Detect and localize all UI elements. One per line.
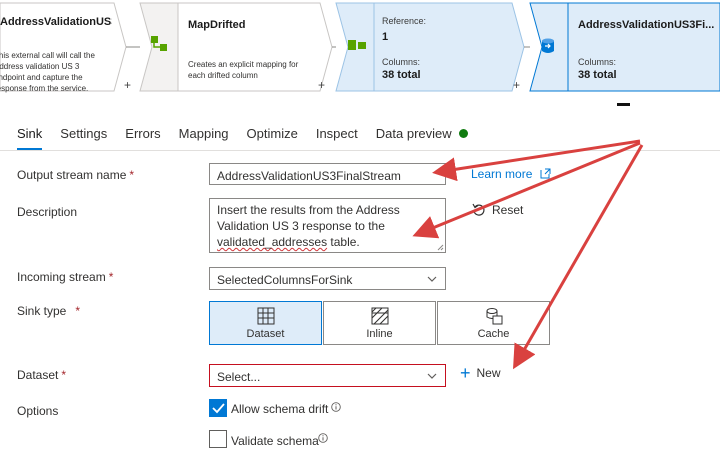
required-marker: * bbox=[75, 304, 81, 318]
incoming-stream-label: Incoming stream * bbox=[17, 270, 113, 284]
option-label: Cache bbox=[477, 328, 510, 340]
output-stream-name-label: Output stream name * bbox=[17, 168, 134, 182]
tab-label: Settings bbox=[60, 125, 108, 141]
input-value: AddressValidationUS3FinalStream bbox=[217, 169, 401, 183]
flow-node-mapdrifted-title[interactable]: MapDrifted bbox=[188, 19, 245, 31]
label-text: Dataset bbox=[17, 368, 59, 382]
link-text: Learn more bbox=[471, 167, 533, 181]
button-label: New bbox=[476, 366, 501, 380]
text-line: Insert the results from the Address bbox=[217, 203, 400, 217]
tab-optimize[interactable]: Optimize bbox=[247, 122, 298, 144]
text-line: table. bbox=[327, 235, 360, 249]
status-dot-icon bbox=[458, 128, 468, 138]
tab-sink[interactable]: Sink bbox=[17, 122, 43, 150]
desc-line: endpoint and capture the bbox=[0, 73, 83, 82]
text-line: Validation US 3 response to the bbox=[217, 219, 385, 233]
sink-type-label: Sink type * bbox=[17, 304, 80, 318]
description-label: Description bbox=[17, 205, 78, 219]
flow-node-sink-title[interactable]: AddressValidationUS3Fi... bbox=[578, 19, 718, 31]
learn-more-link[interactable]: Learn more bbox=[471, 167, 551, 181]
columns-value: 38 total bbox=[578, 69, 617, 81]
add-transform-plus[interactable]: + bbox=[318, 78, 325, 92]
tab-label: Mapping bbox=[178, 125, 229, 141]
label-text: Incoming stream bbox=[17, 270, 106, 284]
settings-tabs: Sink Settings Errors Mapping Optimize In… bbox=[17, 122, 486, 150]
cache-icon bbox=[486, 308, 502, 325]
tab-label: Errors bbox=[125, 125, 161, 141]
flow-node-mapdrifted-description: Creates an explicit mapping for each dri… bbox=[188, 59, 318, 81]
inline-hatched-icon bbox=[371, 307, 388, 325]
spellcheck-word: validated_addresses bbox=[217, 235, 328, 249]
reference-value: 1 bbox=[382, 31, 389, 43]
allow-schema-drift-checkbox[interactable] bbox=[209, 399, 227, 417]
info-icon[interactable] bbox=[331, 402, 341, 412]
button-label: Reset bbox=[492, 203, 524, 217]
desc-line: This external call will call the bbox=[0, 51, 95, 60]
flow-node-external-call-description: This external call will call the Address… bbox=[0, 50, 112, 94]
dataset-select[interactable]: Select... bbox=[209, 364, 446, 387]
canvas-scroll-indicator[interactable] bbox=[617, 103, 630, 106]
new-dataset-button[interactable]: + New bbox=[460, 363, 501, 383]
data-flow-strip: AddressValidationUS3R... This external c… bbox=[0, 0, 720, 106]
select-value: SelectedColumnsForSink bbox=[217, 273, 353, 287]
required-marker: * bbox=[61, 368, 67, 382]
tab-divider bbox=[0, 150, 720, 151]
columns-label: Columns: bbox=[382, 57, 421, 67]
info-icon[interactable] bbox=[318, 433, 328, 443]
tab-label: Inspect bbox=[315, 125, 358, 141]
chevron-down-icon bbox=[427, 373, 437, 379]
tab-mapping[interactable]: Mapping bbox=[179, 122, 229, 144]
resize-handle-icon[interactable] bbox=[437, 244, 444, 251]
sink-type-cache-option[interactable]: Cache bbox=[437, 301, 550, 345]
tab-label: Optimize bbox=[246, 125, 298, 141]
chevron-down-icon bbox=[427, 276, 437, 282]
table-grid-icon bbox=[257, 307, 274, 325]
validate-schema-checkbox[interactable] bbox=[209, 430, 227, 448]
reference-label: Reference: bbox=[382, 16, 427, 26]
sink-database-icon bbox=[542, 38, 554, 53]
checkmark-icon bbox=[212, 403, 225, 414]
validate-schema-label[interactable]: Validate schema bbox=[231, 434, 319, 448]
add-transform-plus[interactable]: + bbox=[124, 78, 131, 92]
desc-line: Creates an explicit mapping for bbox=[188, 60, 299, 69]
tab-errors[interactable]: Errors bbox=[125, 122, 160, 144]
sink-type-inline-option[interactable]: Inline bbox=[323, 301, 436, 345]
tab-data-preview[interactable]: Data preview bbox=[376, 122, 468, 144]
option-label: Dataset bbox=[246, 328, 285, 340]
allow-schema-drift-label[interactable]: Allow schema drift bbox=[231, 402, 328, 416]
reset-button[interactable]: Reset bbox=[472, 203, 523, 217]
add-transform-plus[interactable]: + bbox=[513, 78, 520, 92]
external-link-icon bbox=[540, 168, 551, 179]
reset-icon bbox=[472, 203, 485, 216]
tab-label: Data preview bbox=[375, 125, 452, 141]
label-text: Output stream name bbox=[17, 168, 127, 182]
output-stream-name-input[interactable]: AddressValidationUS3FinalStream bbox=[209, 163, 446, 185]
annotation-arrow bbox=[412, 141, 641, 239]
required-marker: * bbox=[108, 270, 114, 284]
incoming-stream-select[interactable]: SelectedColumnsForSink bbox=[209, 267, 446, 290]
required-marker: * bbox=[129, 168, 135, 182]
label-text: Sink type bbox=[17, 304, 67, 318]
flow-node-external-call-title[interactable]: AddressValidationUS3R... bbox=[0, 16, 112, 28]
textarea-value: Insert the results from the Address Vali… bbox=[217, 202, 437, 250]
option-label: Inline bbox=[366, 328, 393, 340]
desc-line: each drifted column bbox=[188, 71, 258, 80]
select-placeholder: Select... bbox=[217, 370, 261, 384]
plus-icon: + bbox=[460, 363, 471, 383]
desc-line: Address validation US 3 bbox=[0, 62, 80, 71]
desc-line: response from the service. bbox=[0, 84, 89, 93]
description-textarea[interactable]: Insert the results from the Address Vali… bbox=[209, 198, 446, 253]
options-label: Options bbox=[17, 404, 59, 418]
tab-settings[interactable]: Settings bbox=[60, 122, 107, 144]
sink-type-dataset-option[interactable]: Dataset bbox=[209, 301, 322, 345]
tab-inspect[interactable]: Inspect bbox=[316, 122, 358, 144]
dataset-label: Dataset * bbox=[17, 368, 66, 382]
tab-label: Sink bbox=[17, 125, 43, 141]
columns-value: 38 total bbox=[382, 69, 421, 81]
columns-label: Columns: bbox=[578, 57, 617, 67]
